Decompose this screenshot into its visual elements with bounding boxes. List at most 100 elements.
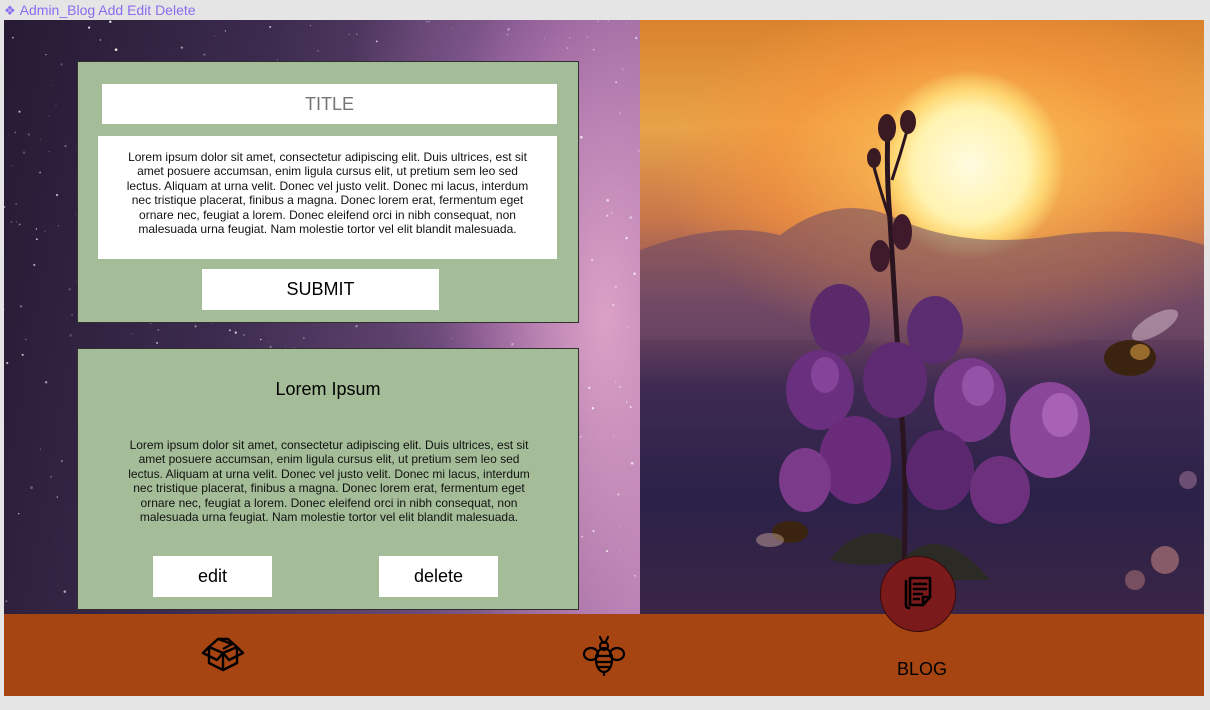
star — [27, 133, 31, 136]
star — [375, 40, 378, 43]
star — [57, 225, 59, 227]
star — [48, 115, 50, 117]
star — [625, 237, 628, 240]
star — [633, 272, 636, 276]
star — [45, 53, 47, 56]
star — [75, 214, 77, 216]
star — [317, 50, 319, 52]
component-diamond-icon: ❖ — [4, 3, 16, 18]
star — [71, 314, 73, 316]
delete-button[interactable]: delete — [379, 556, 498, 597]
star — [10, 221, 13, 224]
star — [64, 144, 67, 148]
edit-button[interactable]: edit — [153, 556, 272, 597]
star — [613, 435, 615, 437]
star — [22, 151, 26, 154]
star — [581, 466, 583, 468]
star — [619, 550, 621, 552]
star — [50, 475, 53, 478]
star — [586, 36, 589, 38]
star — [99, 39, 102, 41]
sunset-flower-photo — [640, 20, 1204, 614]
star — [260, 338, 262, 341]
star — [592, 48, 595, 51]
star — [19, 305, 23, 308]
star — [52, 543, 54, 544]
star — [592, 529, 595, 533]
post-body: Lorem ipsum dolor sit amet, consectetur … — [128, 438, 530, 525]
star — [6, 361, 9, 365]
star — [243, 333, 246, 336]
star — [348, 34, 350, 36]
star — [228, 329, 231, 332]
star — [15, 203, 18, 205]
star — [612, 303, 615, 307]
star — [620, 527, 621, 528]
star — [355, 325, 358, 328]
bottom-navbar — [4, 614, 1204, 696]
star — [21, 353, 24, 356]
star — [617, 493, 620, 496]
post-title: Lorem Ipsum — [275, 379, 381, 399]
star — [621, 189, 623, 191]
nav-products-button[interactable] — [196, 628, 250, 678]
nav-blog-button[interactable] — [880, 556, 956, 632]
star — [48, 151, 50, 153]
star — [16, 221, 17, 223]
star — [224, 30, 226, 32]
star — [623, 125, 625, 127]
add-post-card: Lorem ipsum dolor sit amet, consectetur … — [77, 61, 579, 323]
star — [18, 513, 20, 515]
star — [626, 22, 628, 24]
body-textarea[interactable]: Lorem ipsum dolor sit amet, consectetur … — [98, 136, 557, 259]
star — [4, 308, 5, 311]
star — [569, 37, 571, 39]
star — [5, 600, 8, 603]
star — [63, 590, 67, 593]
star — [180, 46, 183, 49]
star — [157, 329, 160, 331]
star — [55, 193, 59, 197]
star — [619, 111, 622, 114]
star — [615, 81, 617, 84]
submit-button[interactable]: SUBMIT — [202, 269, 439, 310]
star — [579, 435, 582, 438]
star — [35, 228, 38, 230]
star — [593, 57, 594, 58]
frame-title: Admin_Blog Add Edit Delete — [19, 2, 196, 18]
nav-bees-button[interactable] — [577, 630, 631, 680]
star — [606, 199, 609, 202]
star — [234, 331, 237, 334]
star — [110, 41, 112, 43]
star — [68, 288, 71, 291]
star — [33, 263, 36, 266]
star — [621, 68, 624, 71]
star — [426, 20, 428, 23]
star — [566, 46, 569, 50]
star — [610, 212, 613, 214]
title-input[interactable] — [102, 84, 557, 124]
star — [511, 342, 514, 346]
star — [87, 26, 91, 29]
star — [630, 461, 634, 465]
star — [507, 28, 510, 31]
star — [624, 603, 626, 605]
star — [625, 401, 628, 403]
star — [12, 165, 13, 167]
star — [451, 338, 453, 339]
star — [203, 53, 206, 56]
star — [634, 574, 636, 577]
star — [606, 550, 609, 553]
star — [580, 495, 581, 497]
star — [606, 214, 609, 217]
star — [18, 110, 21, 113]
star — [419, 24, 421, 25]
star — [614, 285, 617, 289]
star — [55, 104, 57, 106]
star — [588, 386, 591, 389]
star — [24, 338, 27, 341]
star — [627, 294, 629, 295]
star — [4, 205, 6, 209]
post-card: Lorem Ipsum Lorem ipsum dolor sit amet, … — [77, 348, 579, 610]
frame-label: ❖ Admin_Blog Add Edit Delete — [4, 2, 196, 19]
